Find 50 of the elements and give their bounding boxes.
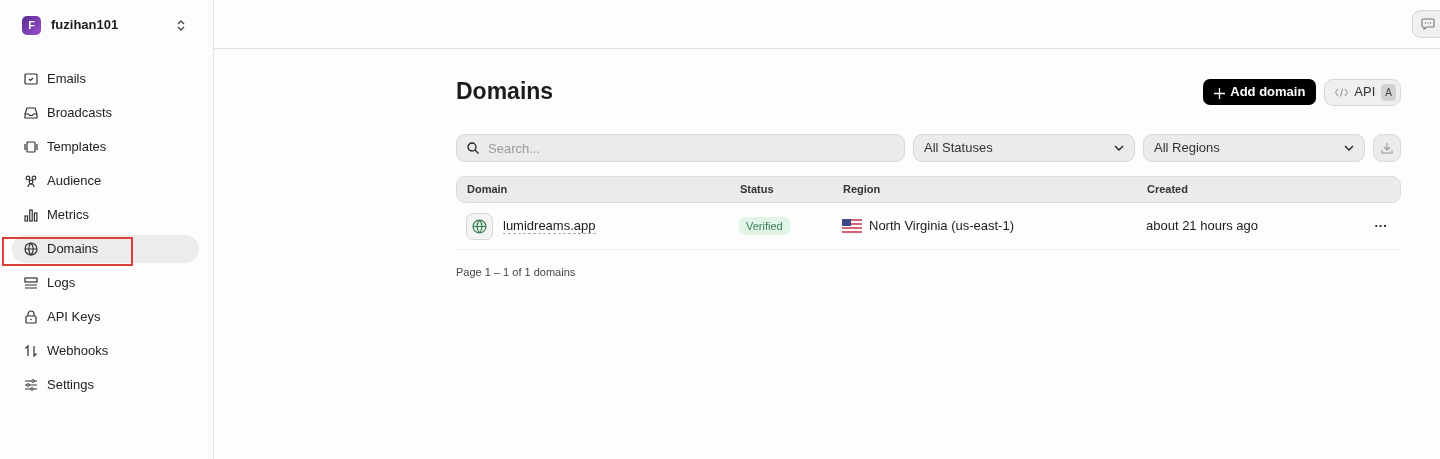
chevron-down-icon xyxy=(1114,145,1124,151)
more-button[interactable]: ··· xyxy=(1361,216,1401,236)
flag-icon xyxy=(842,219,862,233)
pagination-text: Page 1 – 1 of 1 domains xyxy=(456,265,577,280)
shortcut-key: A xyxy=(1381,83,1396,101)
people-icon xyxy=(24,174,38,188)
code-icon xyxy=(1335,87,1349,97)
chevron-updown-icon[interactable] xyxy=(177,19,185,31)
chat-icon xyxy=(1421,18,1435,30)
team-name[interactable]: fuzihan101 xyxy=(51,15,119,35)
globe-icon xyxy=(466,212,493,240)
search-icon xyxy=(467,142,479,154)
sliders-icon xyxy=(24,378,38,392)
nav-item[interactable]: Emails xyxy=(12,65,199,93)
page-title: Domains xyxy=(456,78,554,106)
download-button[interactable] xyxy=(1373,134,1401,162)
nav-item[interactable]: API Keys xyxy=(12,303,199,331)
inbox-icon xyxy=(24,106,38,120)
column-header: Region xyxy=(843,182,882,198)
nav-item[interactable]: Webhooks xyxy=(12,337,199,365)
email-icon xyxy=(24,72,38,86)
search-field[interactable]: Search... xyxy=(456,134,905,162)
chat-button[interactable] xyxy=(1412,10,1440,38)
arrows-icon xyxy=(24,344,38,358)
nav-item[interactable]: Domains xyxy=(12,235,199,263)
nav-item[interactable]: Metrics xyxy=(12,201,199,229)
column-header: Created xyxy=(1147,182,1189,198)
created-text: about 21 hours ago xyxy=(1146,217,1260,236)
list-icon xyxy=(24,276,38,290)
status-dropdown[interactable]: All Statuses xyxy=(913,134,1135,162)
api-button[interactable]: API A xyxy=(1324,78,1401,106)
download-icon xyxy=(1381,142,1393,154)
bar-chart-icon xyxy=(24,208,38,222)
nav-item[interactable]: Templates xyxy=(12,133,199,161)
region-dropdown[interactable]: All Regions xyxy=(1143,134,1365,162)
column-header: Status xyxy=(740,182,775,198)
template-icon xyxy=(24,140,38,154)
team-avatar: F xyxy=(22,15,41,35)
lock-icon xyxy=(24,310,38,324)
domain-link[interactable]: lumidreams.app xyxy=(503,217,596,235)
nav-item[interactable]: Audience xyxy=(12,167,199,195)
nav-item[interactable]: Settings xyxy=(12,371,199,399)
chevron-down-icon xyxy=(1344,145,1354,151)
add-domain-button[interactable]: Add domain xyxy=(1203,79,1317,105)
region-text: North Virginia (us-east-1) xyxy=(869,217,1014,236)
column-header: Domain xyxy=(467,182,509,198)
nav-item[interactable]: Logs xyxy=(12,269,199,297)
nav-item[interactable]: Broadcasts xyxy=(12,99,199,127)
status-badge: Verified xyxy=(739,217,790,236)
globe-icon xyxy=(24,242,38,256)
